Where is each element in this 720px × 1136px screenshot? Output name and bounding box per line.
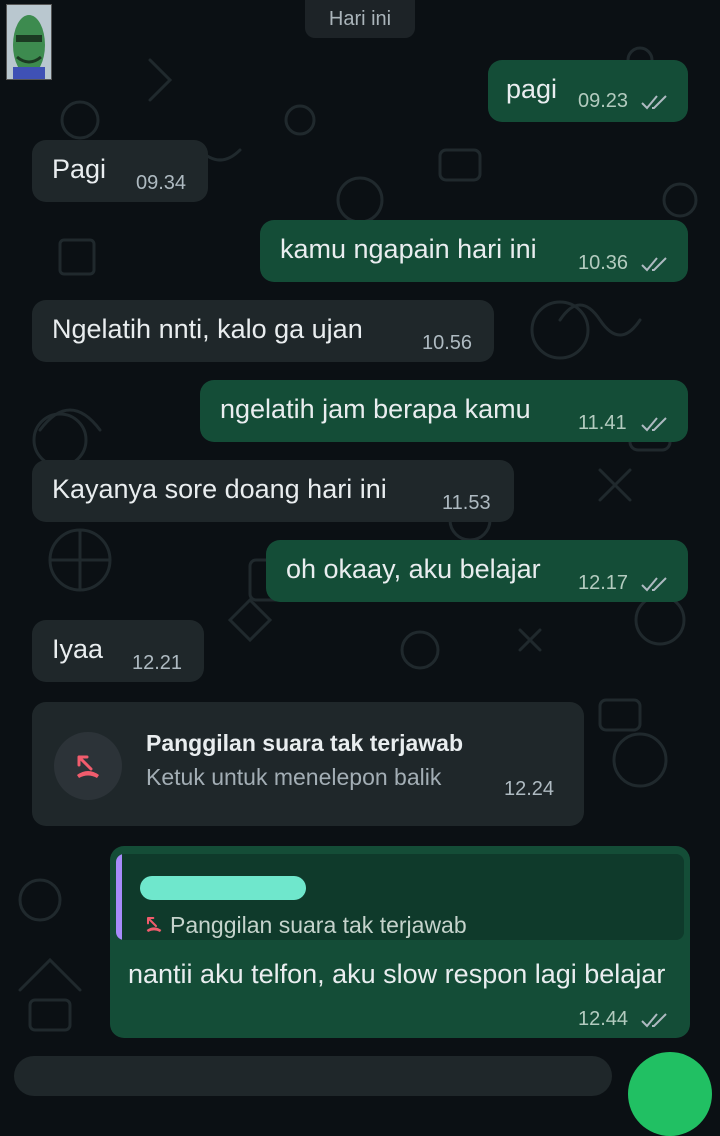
message-bubble-incoming[interactable]: Ngelatih nnti, kalo ga ujan 10.56 [32, 300, 494, 362]
message-text: pagi [506, 74, 558, 104]
date-chip-label: Hari ini [328, 7, 392, 30]
redacted-contact-name [140, 876, 306, 900]
message-text: kamu ngapain hari ini [280, 234, 537, 264]
avatar-image [7, 5, 51, 79]
missed-call-icon-wrap [54, 732, 122, 800]
message-time: 09.34 [136, 172, 187, 194]
message-bubble-incoming[interactable]: Iyaa 12.21 [32, 620, 204, 682]
message-time: 10.36 [578, 252, 629, 274]
message-time: 12.44 [578, 1008, 629, 1030]
message-time: 11.53 [442, 492, 491, 514]
message-bubble-incoming[interactable]: Pagi 09.34 [32, 140, 208, 202]
read-ticks-icon [641, 1013, 667, 1028]
mic-button[interactable] [628, 1052, 712, 1136]
message-text: ngelatih jam berapa kamu [220, 394, 531, 424]
contact-avatar[interactable] [6, 4, 52, 80]
read-ticks-icon [641, 95, 667, 110]
date-chip: Hari ini [305, 0, 415, 38]
missed-call-icon [146, 917, 162, 932]
missed-call-icon [77, 755, 99, 778]
quoted-text: Panggilan suara tak terjawab [170, 912, 467, 938]
message-bubble-outgoing[interactable]: pagi 09.23 [488, 60, 688, 122]
message-time: 09.23 [578, 90, 629, 112]
message-time: 10.56 [422, 332, 473, 354]
quoted-message[interactable]: Panggilan suara tak terjawab [116, 854, 684, 940]
message-time: 11.41 [578, 412, 627, 434]
quote-bar [116, 854, 122, 940]
read-ticks-icon [641, 417, 667, 432]
message-bubble-outgoing[interactable]: kamu ngapain hari ini 10.36 [260, 220, 688, 282]
missed-call-title: Panggilan suara tak terjawab [146, 730, 464, 756]
message-text: nantii aku telfon, aku slow respon lagi … [128, 959, 666, 989]
message-time: 12.17 [578, 572, 629, 594]
message-bubble-outgoing[interactable]: ngelatih jam berapa kamu 11.41 [200, 380, 688, 442]
message-bubble-outgoing[interactable]: oh okaay, aku belajar 12.17 [266, 540, 688, 602]
message-text: Pagi [52, 154, 107, 184]
message-text: Kayanya sore doang hari ini [52, 474, 387, 504]
missed-call-card[interactable]: Panggilan suara tak terjawab Ketuk untuk… [32, 702, 584, 826]
message-bubble-incoming[interactable]: Kayanya sore doang hari ini 11.53 [32, 460, 514, 522]
read-ticks-icon [641, 577, 667, 592]
message-input-bar[interactable] [14, 1056, 612, 1096]
missed-call-time: 12.24 [504, 778, 555, 800]
missed-call-subtitle: Ketuk untuk menelepon balik [146, 764, 442, 790]
message-time: 12.21 [132, 652, 183, 674]
message-text: Ngelatih nnti, kalo ga ujan [52, 314, 363, 344]
read-ticks-icon [641, 257, 667, 272]
message-text: oh okaay, aku belajar [286, 554, 541, 584]
message-text: Iyaa [52, 634, 104, 664]
message-bubble-outgoing-reply[interactable]: Panggilan suara tak terjawab nantii aku … [110, 846, 690, 1038]
